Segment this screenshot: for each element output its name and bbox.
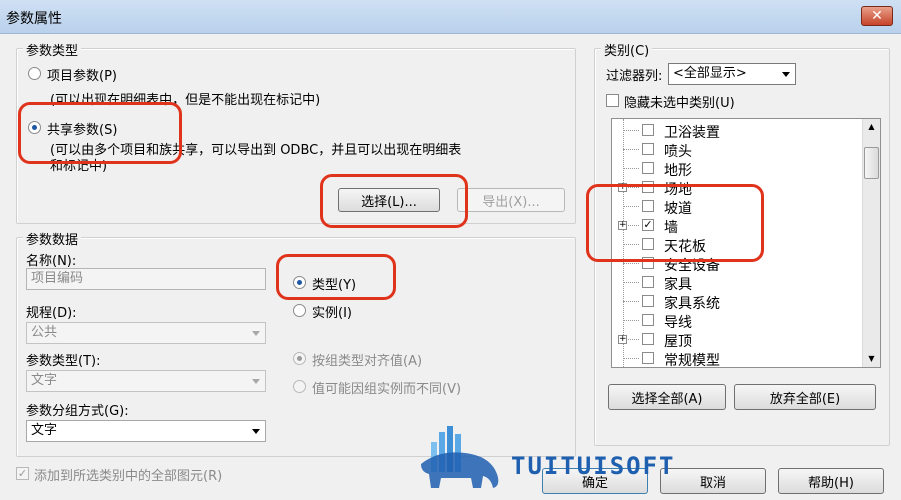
tree-item-label: 导线 — [664, 315, 692, 331]
chevron-down-icon — [782, 72, 790, 77]
tree-item[interactable]: 卫浴装置 — [612, 121, 860, 141]
highlight-shared-param — [18, 102, 182, 164]
chevron-down-icon — [252, 379, 260, 384]
dialog-body: 参数类型 项目参数(P) (可以出现在明细表中，但是不能出现在标记中) 共享参数… — [6, 34, 895, 494]
tree-scrollbar[interactable]: ▲ ▼ — [862, 119, 880, 367]
chevron-down-icon — [252, 331, 260, 336]
hide-unchecked-label: 隐藏未选中类别(U) — [624, 96, 735, 111]
tree-connector — [623, 301, 639, 302]
close-icon: ✕ — [871, 8, 883, 24]
tree-item[interactable]: 喷头 — [612, 140, 860, 160]
watermark: TUITUISOFT — [411, 424, 674, 494]
group-by-select[interactable]: 文字 — [26, 420, 266, 442]
tree-connector — [623, 320, 639, 321]
chevron-down-icon — [252, 429, 260, 434]
tree-item[interactable]: 地形 — [612, 159, 860, 179]
name-label: 名称(N): — [26, 254, 77, 269]
highlight-select-button — [320, 174, 468, 228]
export-button[interactable]: 导出(X)... — [457, 188, 565, 212]
tree-item-checkbox[interactable] — [642, 295, 654, 307]
project-param-radio[interactable] — [28, 67, 41, 80]
scroll-down-icon[interactable]: ▼ — [863, 351, 880, 367]
add-to-all-checkbox[interactable]: ✓ — [16, 467, 29, 480]
tree-item[interactable]: 家具系统 — [612, 292, 860, 312]
tree-item-label: 家具 — [664, 277, 692, 293]
tree-connector — [623, 358, 639, 359]
param-type-legend: 参数类型 — [23, 40, 82, 59]
discipline-value: 公共 — [31, 325, 58, 340]
tree-item[interactable]: + 屋顶 — [612, 330, 860, 350]
group-by-value: 文字 — [31, 423, 58, 438]
discipline-select[interactable]: 公共 — [26, 322, 266, 344]
add-to-all-label: 添加到所选类别中的全部图元(R) — [34, 469, 223, 484]
cancel-button[interactable]: 取消 — [660, 468, 766, 494]
group-by-label: 参数分组方式(G): — [26, 404, 129, 419]
instance-radio-label: 实例(I) — [312, 306, 352, 321]
filter-value: <全部显示> — [673, 66, 747, 81]
title-bar: 参数属性 ✕ — [0, 0, 901, 34]
category-legend: 类别(C) — [601, 40, 653, 59]
watermark-text: TUITUISOFT — [511, 452, 676, 480]
tree-connector — [623, 282, 639, 283]
deselect-all-button[interactable]: 放弃全部(E) — [734, 384, 876, 410]
hide-unchecked-checkbox[interactable] — [606, 94, 619, 107]
filter-select[interactable]: <全部显示> — [668, 63, 796, 85]
align-by-group-radio[interactable] — [293, 352, 306, 365]
tree-item-label: 常规模型 — [664, 353, 720, 368]
tree-item-checkbox[interactable] — [642, 276, 654, 288]
param-data-legend: 参数数据 — [23, 229, 82, 248]
instance-radio[interactable] — [293, 304, 306, 317]
param-type-select[interactable]: 文字 — [26, 370, 266, 392]
help-button[interactable]: 帮助(H) — [778, 468, 884, 494]
window-title: 参数属性 — [6, 11, 62, 27]
tree-item-label: 卫浴装置 — [664, 125, 720, 141]
tree-item-label: 地形 — [664, 163, 692, 179]
tree-item-label: 屋顶 — [664, 334, 692, 350]
param-type-label: 参数类型(T): — [26, 354, 101, 369]
name-field[interactable]: 项目编码 — [26, 268, 266, 290]
select-all-button[interactable]: 选择全部(A) — [608, 384, 726, 410]
align-by-group-label: 按组类型对齐值(A) — [312, 354, 423, 369]
highlight-wall-category — [586, 184, 764, 262]
param-type-value: 文字 — [31, 373, 58, 388]
tree-connector — [623, 130, 639, 131]
tree-connector — [623, 263, 639, 264]
close-button[interactable]: ✕ — [861, 6, 893, 26]
filter-label: 过滤器列: — [606, 69, 663, 84]
vary-by-group-radio[interactable] — [293, 380, 306, 393]
discipline-label: 规程(D): — [26, 306, 77, 321]
scroll-thumb[interactable] — [864, 147, 879, 179]
tree-item-checkbox[interactable] — [642, 162, 654, 174]
tree-item-label: 家具系统 — [664, 296, 720, 312]
tree-connector — [623, 168, 639, 169]
tree-connector — [623, 149, 639, 150]
scroll-up-icon[interactable]: ▲ — [863, 119, 880, 135]
tree-item[interactable]: 家具 — [612, 273, 860, 293]
tree-item-checkbox[interactable] — [642, 333, 654, 345]
elephant-logo-icon — [421, 426, 499, 488]
tree-item-checkbox[interactable] — [642, 314, 654, 326]
highlight-type-radio — [276, 254, 396, 300]
tree-item[interactable]: 常规模型 — [612, 349, 860, 368]
expand-icon[interactable]: + — [618, 335, 627, 344]
tree-item-checkbox[interactable] — [642, 352, 654, 364]
vary-by-group-label: 值可能因组实例而不同(V) — [312, 382, 462, 397]
tree-item-checkbox[interactable] — [642, 143, 654, 155]
project-param-label: 项目参数(P) — [47, 69, 117, 84]
tree-item-checkbox[interactable] — [642, 124, 654, 136]
tree-item-label: 喷头 — [664, 144, 692, 160]
tree-item[interactable]: 导线 — [612, 311, 860, 331]
